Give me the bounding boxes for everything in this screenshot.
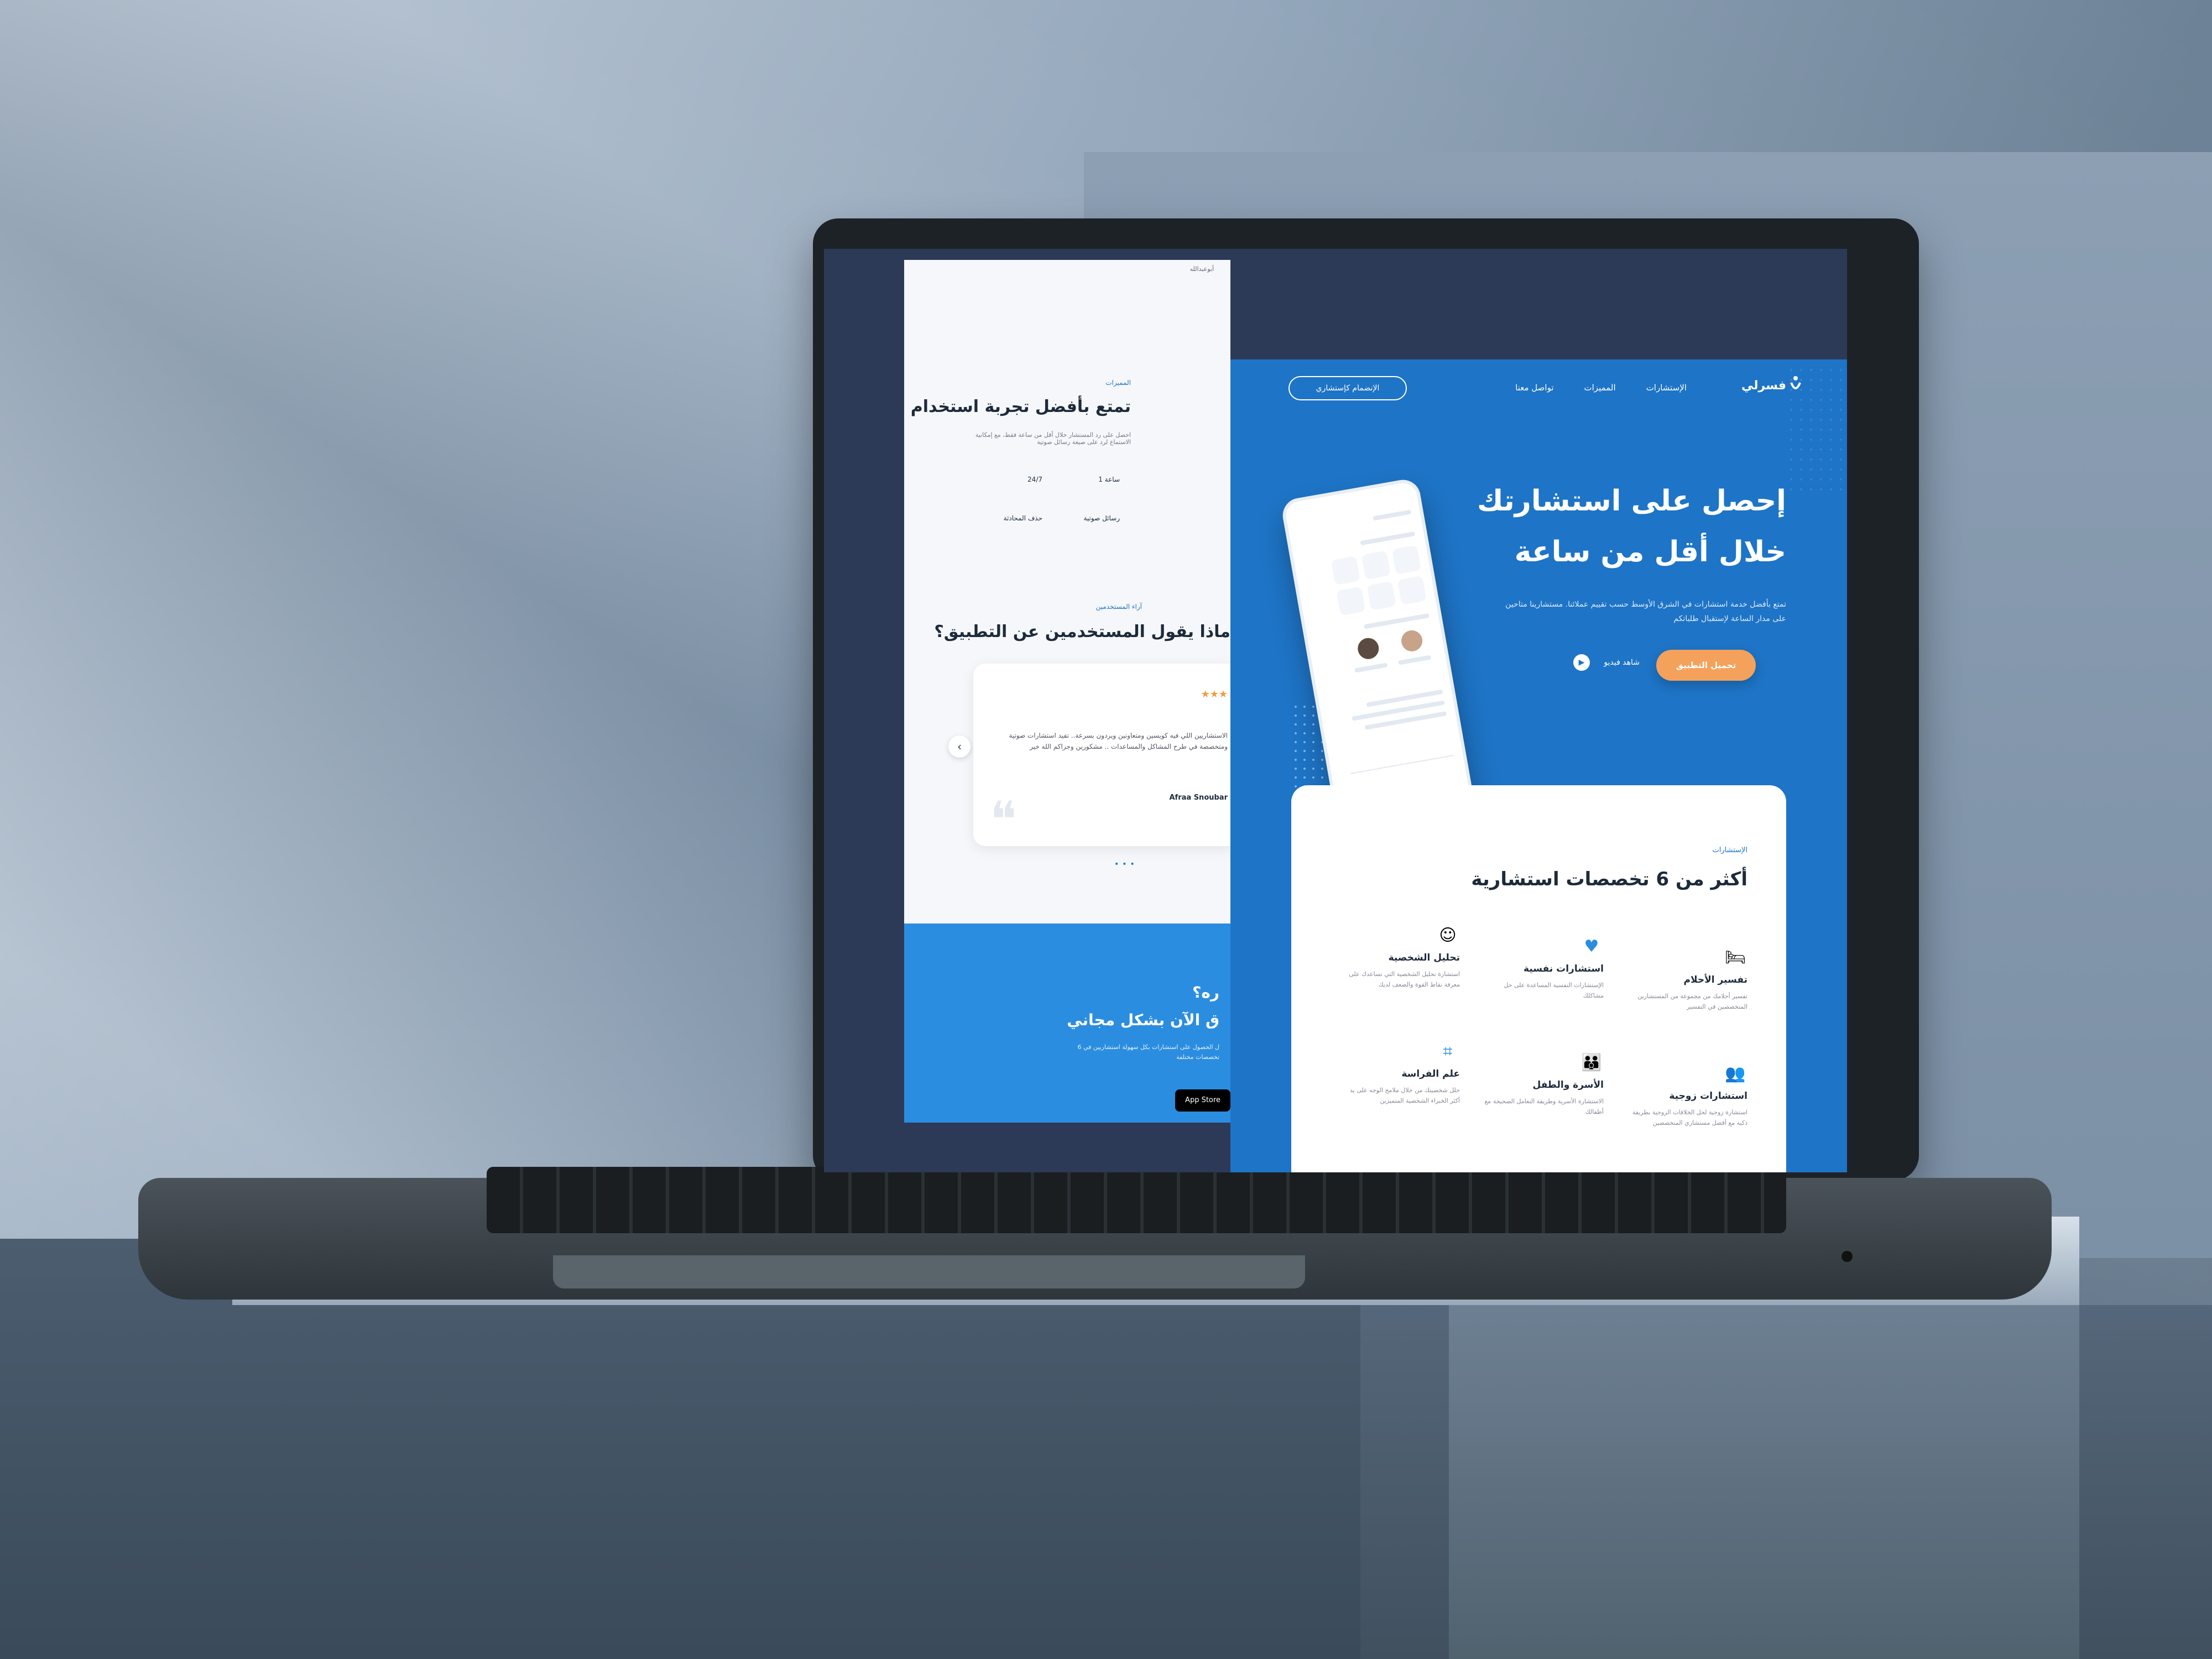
service-dream-interpretation[interactable]: 🛏 تفسير الأحلام تفسير أحلامك من مجموعة م… [1620, 946, 1747, 1029]
service-description: حلل شخصيتك من خلال ملامح الوجه على يد أك… [1349, 1087, 1460, 1104]
service-description: تفسير أحلامك من مجموعة من المستشارين الم… [1637, 993, 1747, 1010]
nav-consultations[interactable]: الإستشارات [1646, 383, 1687, 393]
headline-line: خلال أقل من ساعة [1514, 535, 1786, 568]
reviewer-name: Afraa Snoubar [1169, 794, 1228, 802]
stat-item: 1 ساعة [1098, 476, 1120, 483]
phone-text-line [1397, 655, 1432, 665]
dream-icon: 🛏 [1724, 948, 1746, 967]
features-title: تمتع بأفضل تجربة استخدام [910, 397, 1131, 416]
cta-title-line: ق الآن بشكل مجاني [1067, 1011, 1219, 1029]
keyboard [487, 1167, 1786, 1233]
main-nav: الإستشارات المميزات تواصل معنا [1515, 383, 1687, 393]
logo-icon [1790, 376, 1801, 389]
headline-line: إحصل على استشارتك [1477, 484, 1786, 518]
phone-avatar [1356, 636, 1381, 661]
phone-text-line [1354, 662, 1388, 673]
face-scan-icon: ⌗ [1443, 1042, 1453, 1061]
secondary-page: أبوعبدالله المميزات تمتع بأفضل تجربة است… [904, 260, 1230, 1123]
phone-category-tile [1331, 556, 1360, 586]
rating-stars: ★★★ [1201, 688, 1228, 700]
landing-page: فسرلي الإستشارات المميزات تواصل معنا الإ… [1230, 359, 1847, 1172]
service-physiognomy[interactable]: ⌗ علم الفراسة حلل شخصيتك من خلال ملامح ا… [1333, 1040, 1460, 1123]
testimonial-card: ★★★ الاستشاريين اللي فيه كويسين ومتعاوني… [973, 664, 1230, 849]
hero-headline: إحصل على استشارتك خلال أقل من ساعة [1477, 476, 1786, 577]
cta-title: ره؟ ق الآن بشكل مجاني [1067, 979, 1219, 1034]
consultations-section: الإستشارات أكثر من 6 تخصصات استشارية 🛏 ت… [1291, 785, 1786, 1172]
power-indicator [1841, 1251, 1853, 1262]
service-title: استشارات نفسية [1524, 963, 1604, 974]
stat-item: رسائل صوتية [1083, 514, 1120, 522]
consultations-title: أكثر من 6 تخصصات استشارية [1471, 868, 1747, 890]
features-tag: المميزات [1105, 379, 1131, 387]
pedestal-front-face [1449, 1305, 2079, 1659]
testimonials-tag: آراء المستخدمين [1095, 603, 1142, 611]
service-title: استشارات زوجية [1669, 1091, 1747, 1102]
quote-icon: ❝ [990, 791, 1017, 849]
family-icon: 👪 [1581, 1053, 1602, 1072]
phone-text-line [1372, 509, 1412, 521]
stat-item: حذف المحادثة [1003, 514, 1042, 522]
service-psychological[interactable]: ♥ استشارات نفسية الإستشارات النفسية المس… [1477, 935, 1604, 1018]
trackpad [553, 1255, 1305, 1288]
person-icon: ☺ [1439, 926, 1457, 945]
service-description: استشارة زوجية لحل الخلافات الزوجية بطريق… [1632, 1109, 1747, 1126]
service-description: استشارة تحليل الشخصية التي تساعدك على مع… [1349, 971, 1460, 988]
appstore-button[interactable]: App Store [1175, 1089, 1230, 1112]
service-description: الإستشارات النفسية المساعدة على حل مشاكل… [1504, 982, 1604, 999]
nav-contact[interactable]: تواصل معنا [1515, 383, 1553, 393]
carousel-prev-button[interactable]: ‹ [948, 735, 971, 758]
heart-icon: ♥ [1584, 937, 1599, 956]
phone-avatar [1400, 628, 1425, 653]
service-title: علم الفراسة [1401, 1068, 1460, 1079]
phone-category-tile [1366, 581, 1396, 611]
laptop-screen: أبوعبدالله المميزات تمتع بأفضل تجربة است… [824, 249, 1847, 1172]
phone-text-line [1363, 613, 1430, 629]
cta-title-line: ره؟ [1192, 983, 1219, 1001]
phone-text-line [1360, 531, 1416, 546]
watch-video-link[interactable]: شاهد فيديو [1604, 658, 1640, 667]
service-title: تفسير الأحلام [1683, 974, 1747, 985]
join-consultant-button[interactable]: الإنضمام كإستشاري [1288, 376, 1407, 400]
phone-category-tile [1336, 586, 1366, 616]
phone-category-tile [1397, 575, 1427, 606]
service-family-child[interactable]: 👪 الأسرة والطفل الاستشارة الأسرية وطريقة… [1477, 1051, 1604, 1134]
carousel-dots[interactable]: ••• [1114, 860, 1138, 869]
hero-description: تمتع بأفضل خدمة استشارات في الشرق الأوسط… [1505, 600, 1786, 623]
couple-icon: 👥 [1725, 1064, 1746, 1083]
phone-category-tile [1361, 550, 1391, 580]
download-cta-section: ره؟ ق الآن بشكل مجاني ل الحصول على استشا… [904, 924, 1230, 1123]
review-text: الاستشاريين اللي فيه كويسين ومتعاونين وي… [1009, 732, 1228, 750]
play-icon[interactable]: ▶ [1573, 654, 1590, 671]
service-title: الأسرة والطفل [1532, 1079, 1604, 1091]
testimonial-author-top: أبوعبدالله [1190, 265, 1214, 273]
features-description: احصل على رد المستشار خلال أقل من ساعة فق… [975, 431, 1131, 446]
phone-tabbar-divider [1350, 754, 1454, 774]
consultations-tag: الإستشارات [1712, 846, 1747, 854]
testimonials-title: ماذا يقول المستخدمين عن التطبيق؟ [934, 622, 1230, 641]
service-title: تحليل الشخصية [1388, 952, 1460, 963]
service-description: الاستشارة الأسرية وطريقة التعامل الصحيحة… [1484, 1098, 1604, 1115]
cta-description: ل الحصول على استشارات بكل سهولة استشاريي… [1077, 1044, 1219, 1061]
download-app-button[interactable]: تحميل التطبيق [1656, 650, 1756, 681]
service-marital[interactable]: 👥 استشارات زوجية استشارة زوجية لحل الخلا… [1620, 1062, 1747, 1145]
phone-category-tile [1391, 545, 1422, 575]
service-personality-analysis[interactable]: ☺ تحليل الشخصية استشارة تحليل الشخصية ال… [1333, 924, 1460, 1006]
nav-features[interactable]: المميزات [1584, 383, 1616, 393]
brand-logo[interactable]: فسرلي [1741, 379, 1786, 393]
stat-item: 24/7 [1027, 476, 1042, 483]
